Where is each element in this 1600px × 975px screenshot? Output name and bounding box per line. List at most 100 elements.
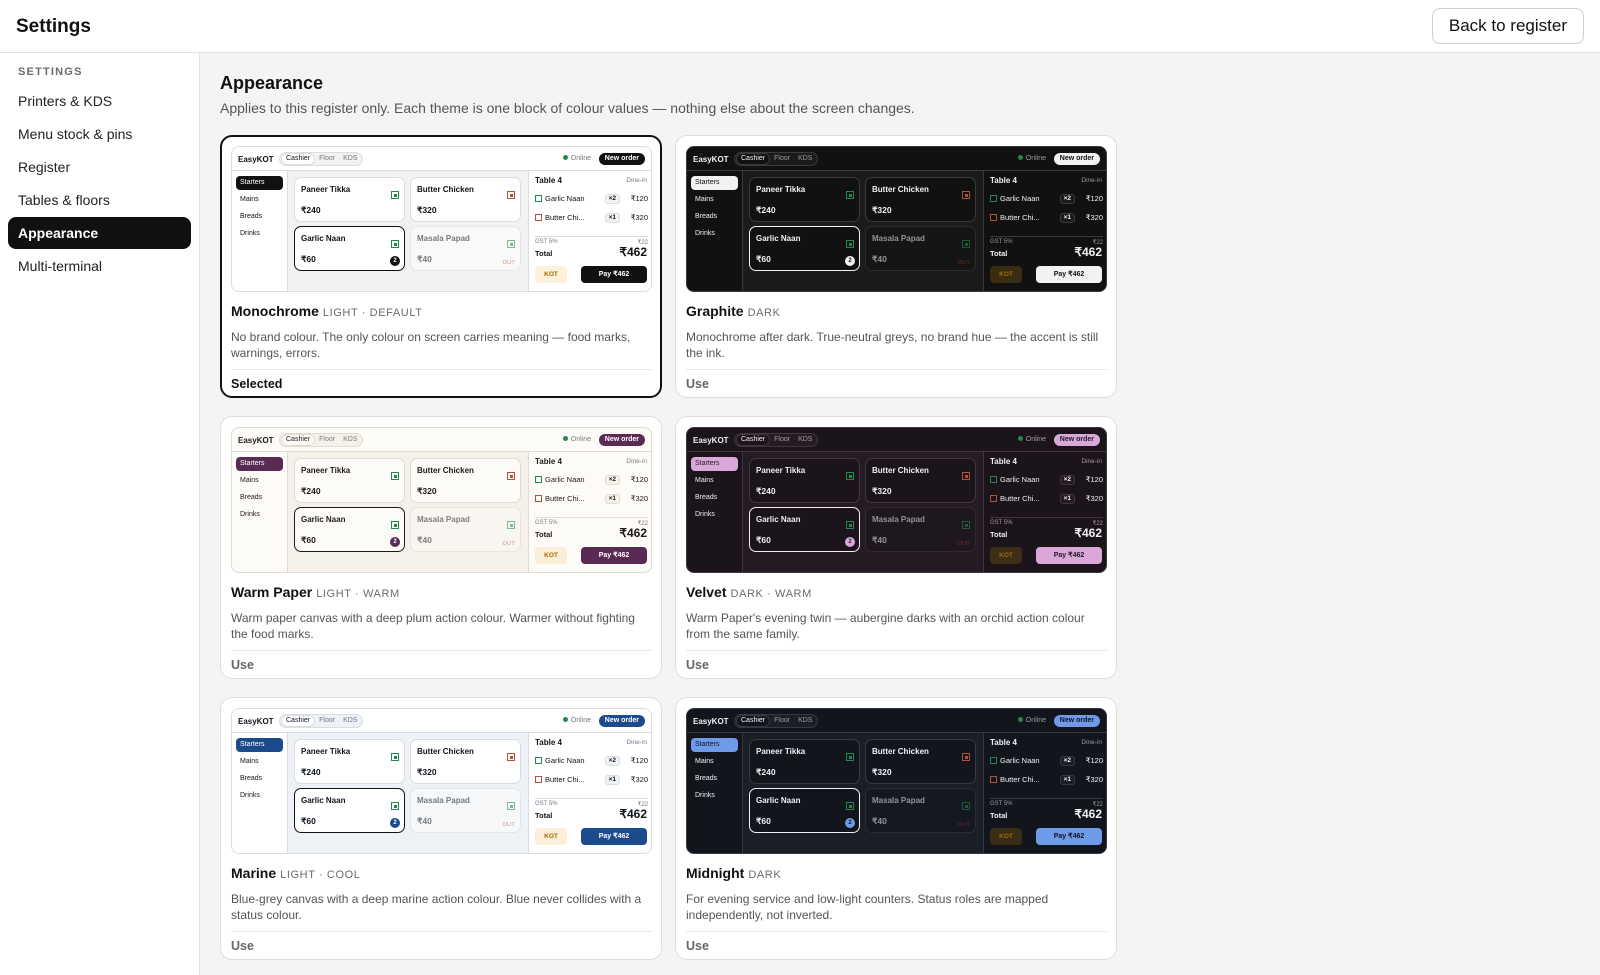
sidebar-item-appearance[interactable]: Appearance <box>8 217 191 249</box>
sidebar-item-tables-floors[interactable]: Tables & floors <box>8 184 191 216</box>
preview-tabs: Cashier Floor KDS <box>279 433 364 447</box>
preview-tab: KDS <box>343 155 358 162</box>
theme-name-text: Velvet <box>686 584 727 600</box>
theme-card-warm-paper[interactable]: EasyKOT Cashier Floor KDS Online New order Sta… <box>220 416 662 679</box>
preview-order-line: Garlic Naan ×2 ₹120 <box>990 756 1103 766</box>
veg-mark-icon <box>846 191 854 199</box>
theme-card-monochrome[interactable]: EasyKOT Cashier Floor KDS Online New order Sta… <box>220 135 662 398</box>
preview-top-bar: EasyKOT Cashier Floor KDS Online New order <box>687 428 1106 452</box>
non-veg-mark-icon <box>962 191 970 199</box>
back-to-register-button[interactable]: Back to register <box>1431 8 1584 44</box>
preview-tab: Cashier <box>736 715 771 727</box>
preview-new-order: New order <box>598 153 645 165</box>
preview-new-order: New order <box>598 715 645 727</box>
sidebar-item-menu-stock-pins[interactable]: Menu stock & pins <box>8 118 191 150</box>
preview-brand: EasyKOT <box>693 717 729 726</box>
preview-order-line: Butter Chi... ×1 ₹320 <box>990 775 1103 785</box>
theme-card-midnight[interactable]: EasyKOT Cashier Floor KDS Online New order Sta… <box>675 697 1117 960</box>
theme-tag: LIGHT · COOL <box>280 869 361 881</box>
preview-out-label: OUT <box>502 822 515 828</box>
use-theme-button[interactable]: Use <box>686 377 709 391</box>
preview-item-name: Paneer Tikka <box>756 466 806 475</box>
theme-description: Warm paper canvas with a deep plum actio… <box>231 611 635 641</box>
theme-card-graphite[interactable]: EasyKOT Cashier Floor KDS Online New order Sta… <box>675 135 1117 398</box>
non-veg-mark-icon <box>535 776 542 783</box>
preview-total-value: ₹462 <box>1074 526 1102 540</box>
preview-item-name: Paneer Tikka <box>301 747 351 756</box>
non-veg-mark-icon <box>962 753 970 761</box>
preview-item-price: ₹60 <box>756 535 771 545</box>
preview-item-name: Butter Chicken <box>872 466 929 475</box>
card-divider <box>686 369 1107 370</box>
sidebar-item-register[interactable]: Register <box>8 151 191 183</box>
preview-item-name: Masala Papad <box>872 515 925 524</box>
preview-line-price: ₹320 <box>630 494 648 503</box>
preview-tabs: Cashier Floor KDS <box>734 433 819 447</box>
veg-mark-icon <box>846 521 854 529</box>
preview-order-panel: Table 4 Dine-in Garlic Naan ×2 ₹120 Butter Ch… <box>983 733 1106 853</box>
preview-menu-item: Paneer Tikka ₹240 <box>294 458 405 503</box>
use-theme-button[interactable]: Use <box>231 939 254 953</box>
preview-tab: Floor <box>774 436 791 443</box>
use-theme-button[interactable]: Use <box>686 658 709 672</box>
use-theme-button[interactable]: Use <box>231 658 254 672</box>
preview-menu-item: Butter Chicken ₹320 <box>865 177 976 222</box>
preview-menu-item: Masala Papad ₹40 OUT <box>410 788 521 833</box>
veg-mark-icon <box>391 521 399 529</box>
veg-mark-icon <box>391 240 399 248</box>
theme-description: No brand colour. The only colour on scre… <box>231 330 631 360</box>
preview-item-name: Garlic Naan <box>756 515 801 524</box>
preview-gst: GST 5% ₹22 <box>535 798 648 808</box>
preview-order-line: Garlic Naan ×2 ₹120 <box>535 475 648 485</box>
preview-menu-item: Garlic Naan ₹60 2 <box>294 226 405 271</box>
preview-out-label: OUT <box>957 822 970 828</box>
preview-online-status: Online <box>562 717 591 724</box>
preview-item-price: ₹240 <box>301 486 321 496</box>
preview-dine-in: Dine-in <box>1081 458 1102 465</box>
veg-mark-icon <box>846 802 854 810</box>
veg-mark-icon <box>962 521 970 529</box>
preview-order-panel: Table 4 Dine-in Garlic Naan ×2 ₹120 Butter Ch… <box>983 452 1106 572</box>
preview-pay-button: Pay ₹462 <box>1036 547 1102 564</box>
theme-card-velvet[interactable]: EasyKOT Cashier Floor KDS Online New order Sta… <box>675 416 1117 679</box>
preview-category: Drinks <box>240 511 260 518</box>
preview-table-name: Table 4 <box>990 738 1017 747</box>
preview-menu-item: Garlic Naan ₹60 2 <box>749 507 860 552</box>
preview-item-name: Butter Chicken <box>872 747 929 756</box>
preview-item-name: Butter Chicken <box>417 747 474 756</box>
preview-order-line: Garlic Naan ×2 ₹120 <box>535 756 648 766</box>
preview-brand: EasyKOT <box>693 155 729 164</box>
preview-line-price: ₹120 <box>1085 194 1103 203</box>
preview-dine-in: Dine-in <box>626 177 647 184</box>
preview-qty-badge: 2 <box>845 537 855 547</box>
preview-item-price: ₹240 <box>301 767 321 777</box>
preview-item-name: Paneer Tikka <box>301 185 351 194</box>
preview-item-name: Butter Chicken <box>417 466 474 475</box>
preview-qty-badge: 2 <box>390 818 400 828</box>
preview-line-name: Garlic Naan <box>545 756 585 765</box>
veg-mark-icon <box>962 240 970 248</box>
card-divider <box>686 650 1107 651</box>
top-bar: Settings Back to register <box>0 0 1600 53</box>
preview-order-panel: Table 4 Dine-in Garlic Naan ×2 ₹120 Butter Ch… <box>528 452 651 572</box>
preview-item-name: Garlic Naan <box>756 234 801 243</box>
preview-gst: GST 5% ₹22 <box>990 517 1103 527</box>
status-dot-icon <box>562 155 568 160</box>
veg-mark-icon <box>391 191 399 199</box>
theme-card-marine[interactable]: EasyKOT Cashier Floor KDS Online New order Sta… <box>220 697 662 960</box>
sidebar-item-printers-kds[interactable]: Printers & KDS <box>8 85 191 117</box>
sidebar-item-multi-terminal[interactable]: Multi-terminal <box>8 250 191 282</box>
preview-menu-grid: Paneer Tikka ₹240 Butter Chicken ₹320 Garlic… <box>288 733 528 853</box>
preview-brand: EasyKOT <box>238 155 274 164</box>
preview-line-name: Garlic Naan <box>1000 475 1040 484</box>
preview-top-bar: EasyKOT Cashier Floor KDS Online New order <box>687 147 1106 171</box>
preview-new-order: New order <box>1053 434 1100 446</box>
use-theme-button[interactable]: Use <box>686 939 709 953</box>
preview-total-value: ₹462 <box>1074 807 1102 821</box>
preview-categories: Starters Mains Breads Drinks <box>687 733 743 853</box>
preview-item-name: Paneer Tikka <box>301 466 351 475</box>
theme-name: Warm Paper LIGHT · WARM <box>231 584 400 600</box>
preview-order-line: Garlic Naan ×2 ₹120 <box>535 194 648 204</box>
preview-menu-item: Garlic Naan ₹60 2 <box>749 226 860 271</box>
preview-category: Mains <box>240 477 259 484</box>
